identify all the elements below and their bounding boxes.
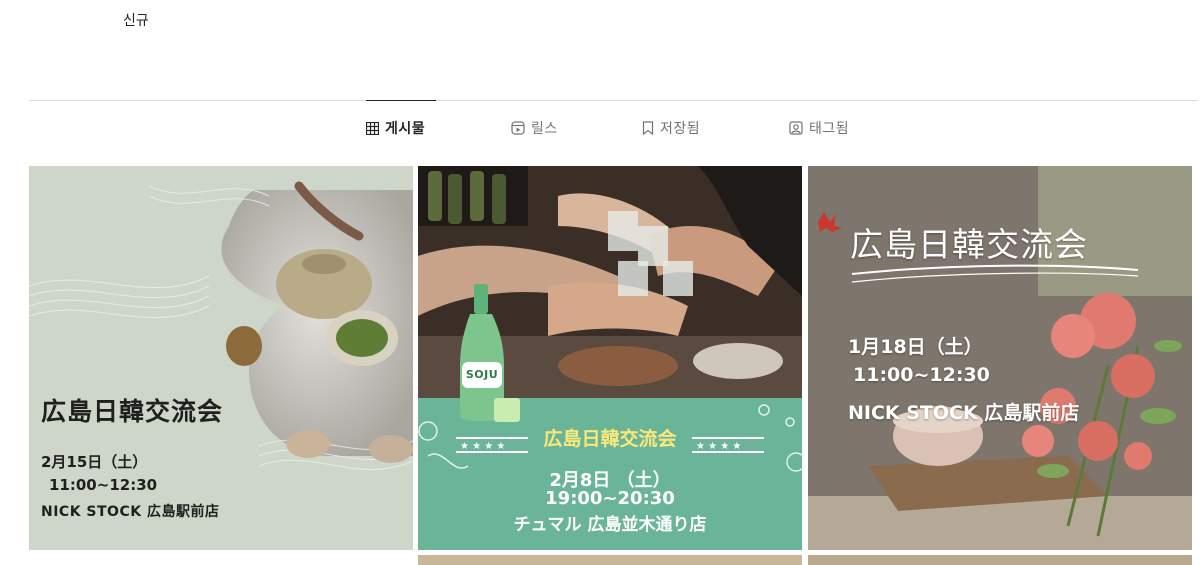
soju-label: SOJU [465,368,499,381]
tab-posts-label: 게시물 [385,121,426,137]
post-title: 広島日韓交流会 [850,225,1088,264]
bookmark-icon [642,121,654,135]
tab-tagged[interactable]: 태그됨 [789,118,849,138]
tab-saved-label: 저장됨 [660,121,701,137]
post-place: チュマル 広島並木通り店 [513,515,707,535]
new-highlight-label[interactable]: 신규 [123,10,149,30]
tab-posts[interactable]: 게시물 [366,118,425,138]
tab-tagged-label: 태그됨 [809,121,850,137]
post-thumbnail[interactable]: ★ ★ ★ ★ ★ ★ ★ ★ SOJU 広島日韓交流会 2月8日 （土） 19:… [418,166,802,550]
reels-icon [511,121,525,135]
post-time: 11:00~12:30 [853,364,990,386]
post-time: 11:00~12:30 [49,476,158,494]
post-title: 広島日韓交流会 [543,428,677,450]
active-tab-indicator [366,100,436,101]
post-place: NICK STOCK 広島駅前店 [41,504,220,520]
grid-icon [366,121,379,135]
post-thumbnail[interactable]: 広島日韓交流会 2月15日（土） 11:00~12:30 NICK STOCK … [29,166,413,550]
post-place: NICK STOCK 広島駅前店 [848,402,1080,424]
post-time: 19:00~20:30 [545,488,675,509]
tab-reels-label: 릴스 [531,121,558,137]
profile-divider [29,100,1197,101]
post-thumbnail[interactable] [808,555,1192,565]
tab-saved[interactable]: 저장됨 [642,118,700,138]
post-thumbnail[interactable]: 広島日韓交流会 1月18日（土） 11:00~12:30 NICK STOCK … [808,166,1192,550]
post-date: 1月18日（土） [848,336,983,358]
post-thumbnail[interactable] [418,555,802,565]
tab-reels[interactable]: 릴스 [511,118,558,138]
profile-tabs: 게시물 릴스 저장됨 태그됨 [0,118,1203,148]
post-date: 2月15日（土） [41,453,148,471]
tagged-icon [789,121,803,135]
post-title: 広島日韓交流会 [41,397,224,426]
